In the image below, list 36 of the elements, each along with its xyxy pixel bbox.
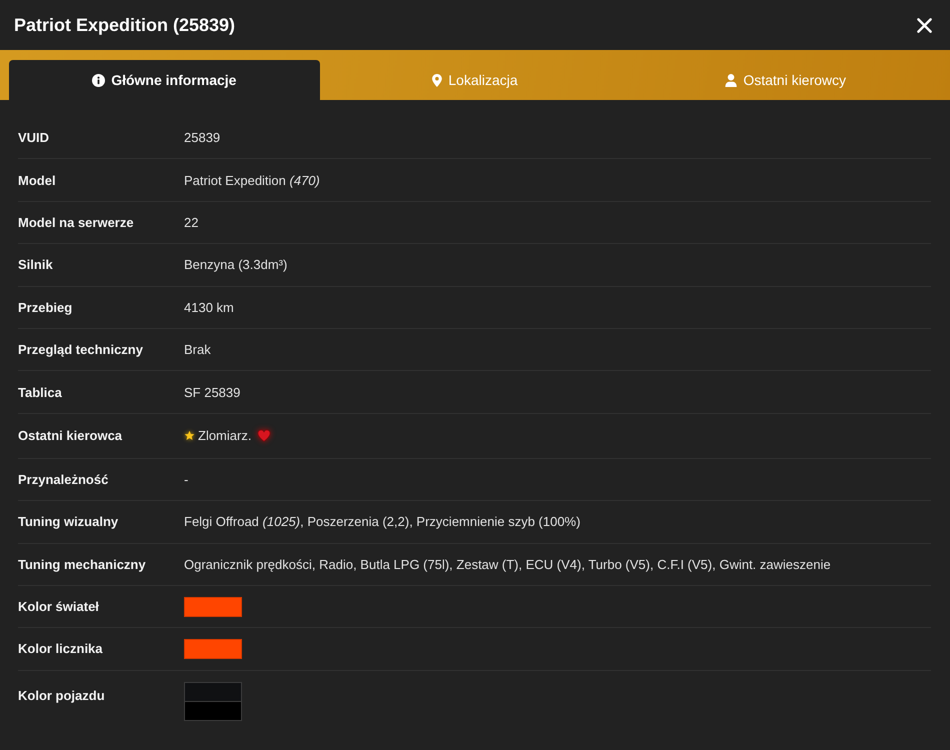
field-label: Kolor licznika [18, 641, 104, 656]
field-label: Przegląd techniczny [18, 342, 144, 358]
field-value: 4130 km [184, 300, 235, 315]
heart-icon [257, 429, 272, 442]
field-label: Tuning wizualny [18, 514, 120, 530]
close-button[interactable] [915, 16, 934, 34]
field-label: Kolor świateł [18, 599, 100, 614]
field-label: Kolor pojazdu [18, 686, 106, 703]
field-label: Tuning mechaniczny [18, 556, 147, 572]
map-pin-icon [432, 74, 442, 86]
field-label: Model [18, 172, 57, 188]
field-value: SF 25839 [184, 384, 242, 400]
field-value: Felgi Offroad (1025), Poszerzenia (2,2), Przyciemnienie szyb (100%) [184, 514, 582, 530]
field-label: Przynależność [18, 472, 110, 487]
dialog-title: Patriot Expedition (25839) [14, 14, 236, 36]
field-label: Tablica [18, 384, 63, 400]
field-label: Przebieg [18, 300, 74, 315]
user-icon [725, 74, 738, 86]
field-value: Ogranicznik prędkości, Radio, Butla LPG (75l), Zestaw (T), ECU (V4), Turbo (V5), C.F.I (V5), Gwint. zawieszenie [184, 556, 832, 572]
field-value: 25839 [184, 130, 222, 146]
field-label: Ostatni kierowca [18, 428, 124, 444]
field-label: Silnik [18, 257, 54, 272]
field-value: Benzyna (3.3dm³) [184, 257, 288, 272]
field-value: Brak [184, 342, 212, 358]
tab[interactable]: Lokalizacja [320, 60, 630, 100]
info-icon [92, 74, 106, 86]
field-value: - [184, 472, 190, 487]
field-value: Patriot Expedition (470) [184, 172, 321, 188]
field-value: 22 [184, 214, 200, 230]
driver-name: Zlomiarz. [198, 428, 252, 444]
close-icon [917, 18, 932, 32]
field-label: VUID [18, 130, 50, 146]
tab[interactable]: Ostatni kierowcy [630, 60, 942, 100]
field-label: Model na serwerze [18, 214, 135, 230]
star-icon [184, 430, 195, 442]
tab[interactable]: Główne informacje [9, 60, 320, 100]
